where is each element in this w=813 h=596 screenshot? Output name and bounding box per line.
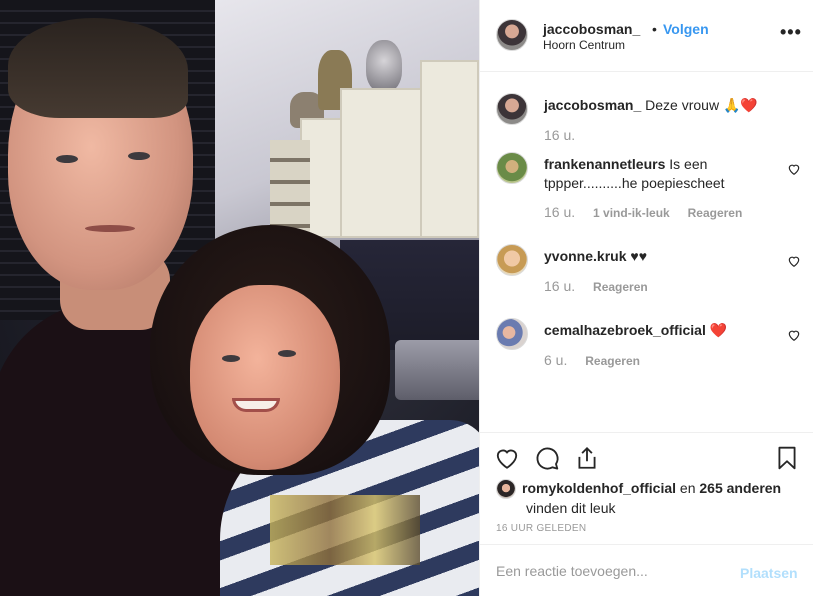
comment-likes-link[interactable]: 1 vind-ik-leuk: [593, 206, 670, 220]
man-hair: [8, 18, 188, 118]
comment-username[interactable]: yvonne.kruk: [544, 248, 626, 264]
heart-icon[interactable]: [787, 328, 801, 342]
comment-age[interactable]: 16 u.: [544, 204, 575, 220]
post-header: jaccobosman_ • Volgen Hoorn Centrum •••: [480, 0, 813, 72]
man-eye: [56, 155, 78, 163]
commenter-avatar[interactable]: [496, 93, 528, 125]
comment-text: Deze vrouw 🙏❤️: [645, 97, 758, 113]
post-actions: romykoldenhof_official en 265 anderen vi…: [480, 432, 813, 544]
kitchen-sink: [395, 340, 479, 400]
comment-age[interactable]: 16 u.: [544, 278, 575, 294]
comment-username[interactable]: jaccobosman_: [544, 97, 641, 113]
decor-statue: [366, 40, 402, 92]
liker-avatar[interactable]: [496, 479, 516, 500]
comment-meta: 16 u. Reageren: [544, 278, 662, 294]
comment-body: frankenannetleurs Is een tppper.........…: [544, 155, 779, 193]
post-comment-button[interactable]: Plaatsen: [740, 565, 798, 581]
reply-button[interactable]: Reageren: [585, 354, 640, 368]
author-username[interactable]: jaccobosman_: [543, 21, 640, 37]
caption-text: jaccobosman_ Deze vrouw 🙏❤️: [544, 96, 779, 115]
man-eye: [128, 152, 150, 160]
author-avatar[interactable]: [496, 19, 528, 51]
woman-eye: [278, 350, 296, 357]
comment-username[interactable]: cemalhazebroek_official: [544, 322, 706, 338]
share-icon[interactable]: [574, 445, 600, 471]
woman-top-print: [270, 495, 420, 565]
man-mouth: [85, 225, 135, 232]
comment-age[interactable]: 16 u.: [544, 127, 575, 143]
follow-button[interactable]: Volgen: [663, 21, 709, 37]
likes-summary: romykoldenhof_official en 265 anderen vi…: [496, 479, 781, 517]
commenter-avatar[interactable]: [496, 152, 528, 184]
likes-others-link[interactable]: 265 anderen: [699, 480, 781, 496]
woman-eye: [222, 355, 240, 362]
more-icon[interactable]: •••: [780, 22, 802, 43]
heart-icon[interactable]: [787, 254, 801, 268]
comment-text: ❤️: [709, 322, 728, 338]
heart-icon[interactable]: [787, 162, 801, 176]
likes-suffix: vinden dit leuk: [526, 500, 616, 517]
woman-face: [190, 285, 340, 470]
comment-username[interactable]: frankenannetleurs: [544, 156, 665, 172]
likes-connector: en: [676, 480, 700, 496]
woman-smile: [232, 398, 280, 412]
commenter-avatar[interactable]: [496, 318, 528, 350]
add-comment-bar: Plaatsen: [480, 544, 813, 596]
comment-input[interactable]: [496, 560, 726, 582]
post-timestamp[interactable]: 16 UUR GELEDEN: [496, 523, 586, 534]
comments-list: jaccobosman_ Deze vrouw 🙏❤️ 16 u. franke…: [480, 73, 813, 431]
like-heart-icon[interactable]: [494, 445, 520, 471]
post-sidebar: jaccobosman_ • Volgen Hoorn Centrum ••• …: [479, 0, 813, 596]
comment-body: cemalhazebroek_official ❤️: [544, 321, 779, 340]
instagram-post-modal: jaccobosman_ • Volgen Hoorn Centrum ••• …: [0, 0, 813, 596]
comment-icon[interactable]: [534, 445, 560, 471]
comment-meta: 16 u. 1 vind-ik-leuk Reageren: [544, 204, 756, 220]
comment-meta: 6 u. Reageren: [544, 352, 654, 368]
comment-text: ♥♥: [630, 248, 647, 264]
separator-dot: •: [652, 21, 657, 37]
liker-username[interactable]: romykoldenhof_official: [522, 480, 676, 496]
comment-meta: 16 u.: [544, 127, 589, 143]
comment-age[interactable]: 6 u.: [544, 352, 567, 368]
post-photo[interactable]: [0, 0, 479, 596]
reply-button[interactable]: Reageren: [688, 206, 743, 220]
reply-button[interactable]: Reageren: [593, 280, 648, 294]
commenter-avatar[interactable]: [496, 244, 528, 276]
post-location[interactable]: Hoorn Centrum: [543, 38, 625, 52]
kitchen-cabinet: [420, 60, 479, 238]
comment-body: yvonne.kruk ♥♥: [544, 247, 779, 266]
bookmark-icon[interactable]: [774, 445, 800, 471]
